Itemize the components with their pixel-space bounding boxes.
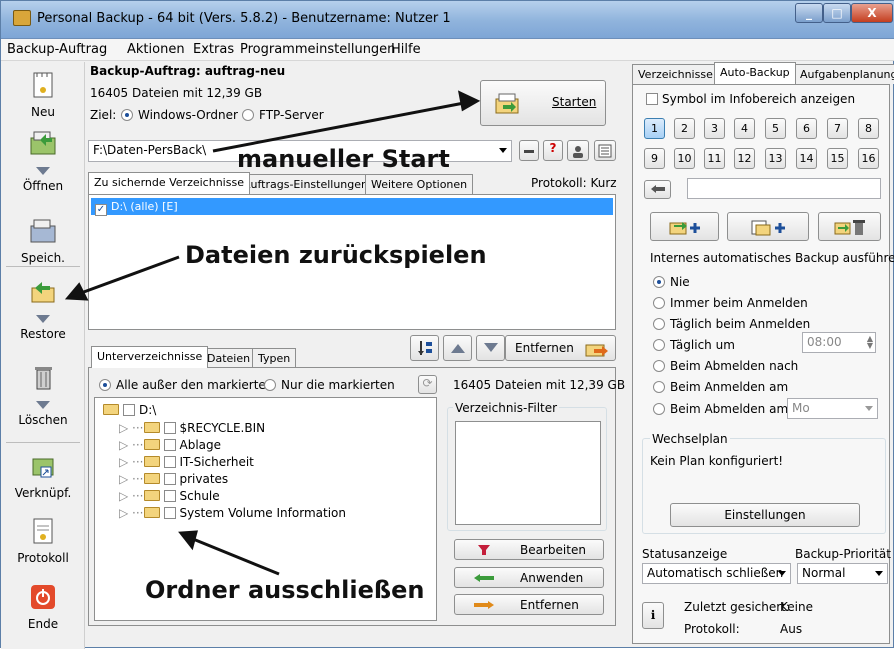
annotation-arrows <box>64 90 481 576</box>
arrow-to-restore <box>80 255 180 295</box>
arrow-to-start <box>212 101 465 153</box>
tab-unterverzeichnisse[interactable]: Unterverzeichnisse <box>91 346 209 368</box>
arrowhead <box>64 282 89 301</box>
app-window: Personal Backup - 64 bit (Vers. 5.8.2) -… <box>0 0 894 649</box>
arrowhead <box>457 90 481 112</box>
arrowhead <box>178 530 198 551</box>
tab-auto-backup[interactable]: Auto-Backup <box>714 62 796 84</box>
arrow-to-tree <box>192 537 280 576</box>
tab-zu-sichernde-verzeichnisse[interactable]: Zu sichernde Verzeichnisse <box>88 172 250 194</box>
